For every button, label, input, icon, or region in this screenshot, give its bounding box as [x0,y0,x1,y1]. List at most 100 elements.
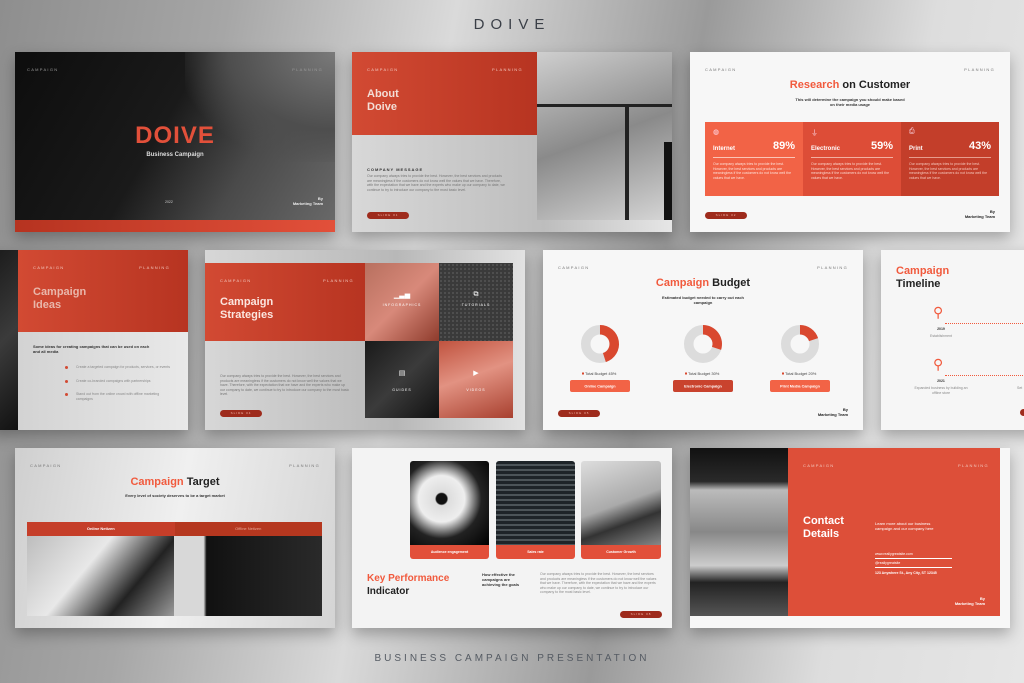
budget-chart: Total Budget 45% Online Campaign Total Bud… [570,325,830,392]
globe-icon: ◍ [713,129,720,136]
bullet-icon [65,379,68,383]
tag-planning: PLANNING [492,67,523,72]
slide-timeline[interactable]: Campaign Timeline ⚲ 2019 Establishment ⚲ … [881,250,1024,430]
kpi-body: Our company always tries to provide the … [540,572,657,594]
research-title: Research on Customer [789,79,911,91]
cover-title: DOIVE [135,122,215,149]
slide-cover[interactable]: CAMPAIGN PLANNING DOIVE Business Campaig… [15,52,335,232]
about-title: About Doive [367,88,399,113]
slide-number-pill: SLIDE 02 [705,212,747,219]
slide-number-pill [1020,409,1024,416]
contact-address: 123 Anywhere St., Any City, ST 12345 [875,571,937,575]
location-pin-icon: ⚲ [933,356,944,372]
byline: By Marketing Team [964,209,995,219]
byline: By Marketing Team [954,596,985,606]
tile-guides[interactable]: ▤ GUIDES [365,340,439,418]
tag-campaign: CAMPAIGN [220,278,252,283]
target-subtitle: Every level of society deserves to be a … [125,493,225,498]
about-section-label: COMPANY MESSAGE [367,167,424,172]
chart-icon: ▁▃▅ [393,292,411,299]
slide-number-pill: SLIDE 01 [367,212,409,219]
ideas-lead: Some ideas for creating campaigns that c… [33,344,150,354]
slide-budget[interactable]: CAMPAIGN PLANNING Campaign Budget Estima… [543,250,863,430]
tag-campaign: CAMPAIGN [803,463,835,468]
kpi-card: Sales rate [496,461,575,559]
byline: By Marketing Team [292,196,323,206]
timeline-text: Establishment [930,334,952,338]
tag-campaign: CAMPAIGN [558,265,590,270]
legend-label: Total Budget 45% [585,371,617,376]
slide-number-pill: SLIDE 04 [220,410,262,417]
segment-online[interactable]: Online Netizen [27,522,175,536]
about-body: Our company always tries to provide the … [367,174,505,192]
cover-red-bar [15,220,335,232]
slide-number-pill: SLIDE 05 [558,410,600,417]
kpi-card: Customer Growth [581,461,661,559]
campaign-button-label: Electronic Campaign [684,385,722,389]
list-item: Create a targeted campaign for products,… [65,365,170,370]
ideas-title: Campaign Ideas [33,286,87,311]
slide-number-pill: SLIDE 08 [620,611,662,618]
slide-about[interactable]: CAMPAIGN PLANNING About Doive COMPANY MES… [352,52,672,232]
target-photo-offline [174,536,322,616]
tag-planning: PLANNING [964,67,995,72]
video-icon: ▶ [473,369,479,377]
donut-slice [702,325,722,350]
plug-icon: ⏚ [811,130,818,137]
slide-kpi[interactable]: Audience engagement Sales rate Customer … [352,448,672,628]
kpi-question: How effective the campaigns are achievin… [482,572,520,587]
campaign-button-label: Online Campaign [584,385,616,389]
research-card: ◍ Internet 89% Our company always tries … [705,122,803,196]
byline: By Marketing Team [817,407,848,417]
timeline-year: 2021 [937,379,945,383]
campaign-button-label: Print Media Campaign [780,385,821,389]
slide-target[interactable]: CAMPAIGN PLANNING Campaign Target Every … [15,448,335,628]
target-title: Campaign Target [130,476,220,488]
kpi-card-label: Audience engagement [410,545,489,559]
contact-website[interactable]: www.reallygreatsite.com [875,552,952,559]
slide-contact[interactable]: CAMPAIGN PLANNING Contact Details Learn m… [690,448,1010,628]
strategies-body: Our company always tries to provide the … [220,374,350,396]
strategies-tiles: ▁▃▅ INFOGRAPHICS ⧉ TUTORIALS ▤ GUIDES ▶ VIDE… [365,263,513,418]
list-item: Create co-branded campaigns with partner… [65,379,170,384]
card-text: Our company always tries to provide the … [811,162,890,180]
contact-handle[interactable]: @reallygreatsite [875,561,952,568]
card-value: 43% [968,140,991,152]
slide-research[interactable]: CAMPAIGN PLANNING Research on Customer T… [690,52,1010,232]
card-value: 59% [870,140,893,152]
tag-campaign: CAMPAIGN [367,67,399,72]
tag-campaign: CAMPAIGN [30,463,62,468]
legend-marker [685,372,687,375]
legend-label: Total Budget 20% [785,371,817,376]
tile-tutorials[interactable]: ⧉ TUTORIALS [439,263,513,341]
tag-planning: PLANNING [292,67,323,72]
timeline-text: Expanded business by building an offline… [914,386,968,395]
target-photo-online [27,536,174,616]
card-text: Our company always tries to provide the … [909,162,988,180]
kpi-photo [496,461,575,545]
strategies-title: Campaign Strategies [220,296,274,321]
tile-infographics[interactable]: ▁▃▅ INFOGRAPHICS [365,263,439,341]
contact-photo [690,448,788,616]
tag-campaign: CAMPAIGN [27,67,59,72]
segment-offline[interactable]: Offline Netizen [174,522,322,536]
bullet-icon [65,366,68,369]
tile-videos[interactable]: ▶ VIDEOS [439,340,513,418]
ideas-photo [0,250,18,430]
slide-strategies[interactable]: CAMPAIGN PLANNING Campaign Strategies Our… [205,250,525,430]
tag-planning: PLANNING [289,463,320,468]
kpi-card-label: Customer Growth [581,545,661,559]
timeline-line [945,375,1024,376]
cover-year: 2022 [165,200,173,204]
timeline-partial-label: Set [1017,386,1023,390]
card-value: 89% [772,140,795,152]
printer-icon: ⎙ [909,128,915,135]
card-label: Print [909,146,923,152]
slide-ideas[interactable]: CAMPAIGN PLANNING Campaign Ideas Some ide… [0,250,188,430]
timeline-year: 2019 [937,327,945,331]
contact-lead: Learn more about our business campaign a… [875,521,934,531]
tag-planning: PLANNING [817,265,848,270]
kpi-card-label: Sales rate [496,545,575,559]
cover-subtitle: Business Campaign [146,152,204,158]
document-icon: ▤ [398,369,406,377]
